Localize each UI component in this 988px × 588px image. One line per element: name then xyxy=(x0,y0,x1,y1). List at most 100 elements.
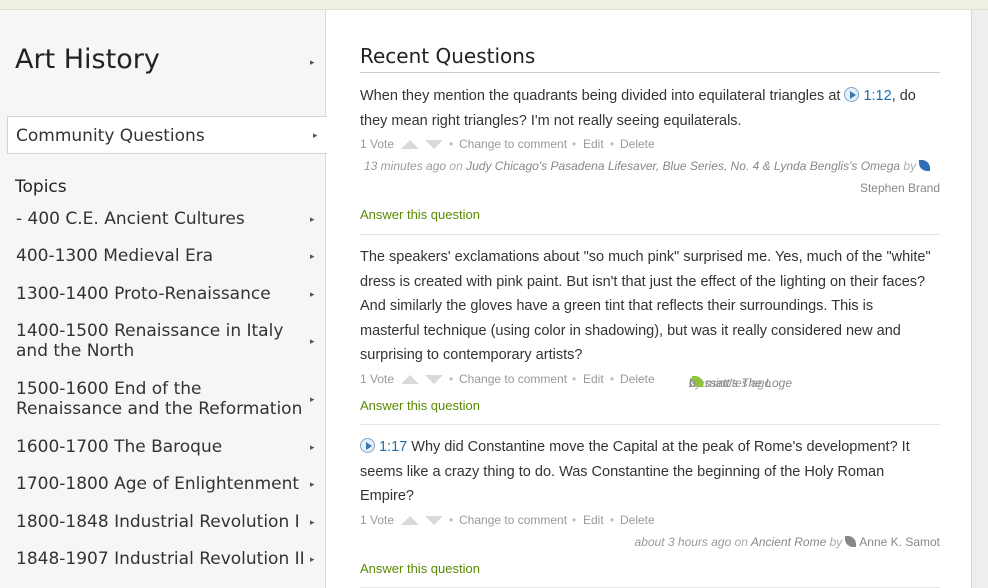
answer-question-link[interactable]: Answer this question xyxy=(360,207,480,222)
question-text: When they mention the quadrants being di… xyxy=(360,84,935,133)
separator-dot: • xyxy=(610,371,615,386)
sidebar-topic-renaissance-italy[interactable]: 1400-1500 Renaissance in Italy and the N… xyxy=(0,321,326,365)
separator-dot: • xyxy=(610,512,615,527)
sidebar-topic-enlightenment[interactable]: 1700-1800 Age of Enlightenment ▸ xyxy=(0,474,326,504)
timestamp-link[interactable]: 1:12 xyxy=(863,88,891,104)
change-to-comment-link[interactable]: Change to comment xyxy=(459,513,567,527)
question-attribution: 13 minutes ago on Judy Chicago's Pasaden… xyxy=(360,155,940,177)
topics-heading: Topics xyxy=(15,177,67,197)
separator-dot: • xyxy=(449,512,454,527)
author-name[interactable]: Stephen Brand xyxy=(860,181,940,195)
edit-link[interactable]: Edit xyxy=(583,137,604,151)
chevron-right-icon: ▸ xyxy=(310,442,315,452)
question-text: 1:17 Why did Constantine move the Capita… xyxy=(360,435,935,509)
edit-link[interactable]: Edit xyxy=(583,372,604,386)
chevron-right-icon: ▸ xyxy=(310,336,315,346)
community-questions-item[interactable]: Community Questions ▸ xyxy=(7,116,327,154)
delete-link[interactable]: Delete xyxy=(620,372,655,386)
question-item: 1:17 Why did Constantine move the Capita… xyxy=(360,435,940,553)
divider xyxy=(360,72,940,73)
time-ago: about 3 hours ago xyxy=(634,534,732,549)
separator-dot: • xyxy=(572,512,577,527)
separator-dot: • xyxy=(572,371,577,386)
community-questions-label: Community Questions xyxy=(16,126,205,146)
question-item: The speakers' exclamations about "so muc… xyxy=(360,245,940,390)
chevron-right-icon: ▸ xyxy=(310,251,315,261)
chevron-right-icon: ▸ xyxy=(310,394,315,404)
play-icon[interactable] xyxy=(360,438,375,453)
page-title: Recent Questions xyxy=(360,44,536,68)
vote-count: 1 Vote xyxy=(360,137,395,151)
vote-up-icon[interactable] xyxy=(401,140,419,149)
author-name[interactable]: b xyxy=(689,376,696,390)
chevron-right-icon: ▸ xyxy=(310,214,315,224)
topic-label: 1300-1400 Proto-Renaissance xyxy=(16,284,271,304)
change-to-comment-link[interactable]: Change to comment xyxy=(459,137,567,151)
by-text: by xyxy=(829,534,843,549)
question-meta: 1 Vote • Change to comment • Edit • Dele… xyxy=(360,133,940,155)
sidebar-title[interactable]: Art History xyxy=(15,44,160,75)
author-line: Stephen Brand xyxy=(360,177,940,199)
top-bar xyxy=(0,0,988,10)
video-link[interactable]: Judy Chicago's Pasadena Lifesaver, Blue … xyxy=(466,159,900,173)
topic-label: 400-1300 Medieval Era xyxy=(16,246,214,266)
video-link[interactable]: Cassatt's The Loge xyxy=(689,376,792,390)
sidebar-topic-medieval-era[interactable]: 400-1300 Medieval Era ▸ xyxy=(0,246,326,276)
separator-dot: • xyxy=(449,137,454,151)
chevron-right-icon: ▸ xyxy=(310,517,315,527)
timestamp-link[interactable]: 1:17 xyxy=(379,439,407,455)
topic-label: 1500-1600 End of the Renaissance and the… xyxy=(16,379,303,419)
leaf-avatar-icon xyxy=(845,535,857,547)
vote-count: 1 Vote xyxy=(360,512,395,527)
vote-down-icon[interactable] xyxy=(425,374,443,384)
time-ago: 13 minutes ago xyxy=(364,159,447,173)
topic-label: 1400-1500 Renaissance in Italy and the N… xyxy=(16,321,284,361)
topic-label: 1848-1907 Industrial Revolution II xyxy=(16,549,305,569)
change-to-comment-link[interactable]: Change to comment xyxy=(459,372,567,386)
separator-dot: • xyxy=(610,137,615,151)
vote-down-icon[interactable] xyxy=(425,140,443,149)
vote-up-icon[interactable] xyxy=(401,515,419,525)
play-icon[interactable] xyxy=(844,87,860,102)
chevron-right-icon: ▸ xyxy=(310,289,315,299)
separator-dot: • xyxy=(449,371,454,386)
sidebar-topic-proto-renaissance[interactable]: 1300-1400 Proto-Renaissance ▸ xyxy=(0,284,326,314)
question-text: The speakers' exclamations about "so muc… xyxy=(360,249,931,363)
question-meta: 1 Vote • Change to comment • Edit • Dele… xyxy=(360,368,940,390)
right-gutter xyxy=(971,10,988,588)
divider xyxy=(360,424,940,425)
on-text: on xyxy=(449,159,463,173)
author-name[interactable]: Anne K. Samot xyxy=(859,535,940,549)
edit-link[interactable]: Edit xyxy=(583,513,604,527)
sidebar-topic-industrial-revolution-1[interactable]: 1800-1848 Industrial Revolution I ▸ xyxy=(0,512,326,542)
vote-down-icon[interactable] xyxy=(425,515,443,525)
answer-question-link[interactable]: Answer this question xyxy=(360,561,480,576)
video-link[interactable]: Ancient Rome xyxy=(751,535,826,549)
divider xyxy=(360,234,940,235)
on-text: on xyxy=(734,534,748,549)
question-meta: 1 Vote • Change to comment • Edit • Dele… xyxy=(360,509,940,531)
question-attribution: about 3 hours ago on Ancient Rome by Anne… xyxy=(360,531,940,553)
topic-label: 1600-1700 The Baroque xyxy=(16,437,223,457)
chevron-right-icon: ▸ xyxy=(313,130,318,140)
question-item: When they mention the quadrants being di… xyxy=(360,84,940,199)
topic-label: 1700-1800 Age of Enlightenment xyxy=(16,474,300,494)
chevron-right-icon: ▸ xyxy=(310,554,315,564)
delete-link[interactable]: Delete xyxy=(620,513,655,527)
question-text-before: When they mention the quadrants being di… xyxy=(360,88,845,104)
sidebar-topic-baroque[interactable]: 1600-1700 The Baroque ▸ xyxy=(0,437,326,467)
sidebar-topic-ancient-cultures[interactable]: - 400 C.E. Ancient Cultures ▸ xyxy=(0,209,326,239)
sidebar-topic-end-of-renaissance[interactable]: 1500-1600 End of the Renaissance and the… xyxy=(0,379,326,423)
by-text: by xyxy=(903,159,917,173)
leaf-avatar-icon xyxy=(919,160,931,171)
question-text-after: Why did Constantine move the Capital at … xyxy=(360,439,910,504)
answer-question-link[interactable]: Answer this question xyxy=(360,398,480,413)
sidebar-topic-industrial-revolution-2[interactable]: 1848-1907 Industrial Revolution II ▸ xyxy=(0,549,326,579)
chevron-right-icon: ▸ xyxy=(310,479,315,489)
sidebar: Art History ▸ Community Questions ▸ Topi… xyxy=(0,10,327,588)
delete-link[interactable]: Delete xyxy=(620,137,655,151)
topic-label: 1800-1848 Industrial Revolution I xyxy=(16,512,300,532)
vote-count: 1 Vote xyxy=(360,371,395,386)
topic-label: - 400 C.E. Ancient Cultures xyxy=(16,209,245,229)
vote-up-icon[interactable] xyxy=(401,374,419,384)
